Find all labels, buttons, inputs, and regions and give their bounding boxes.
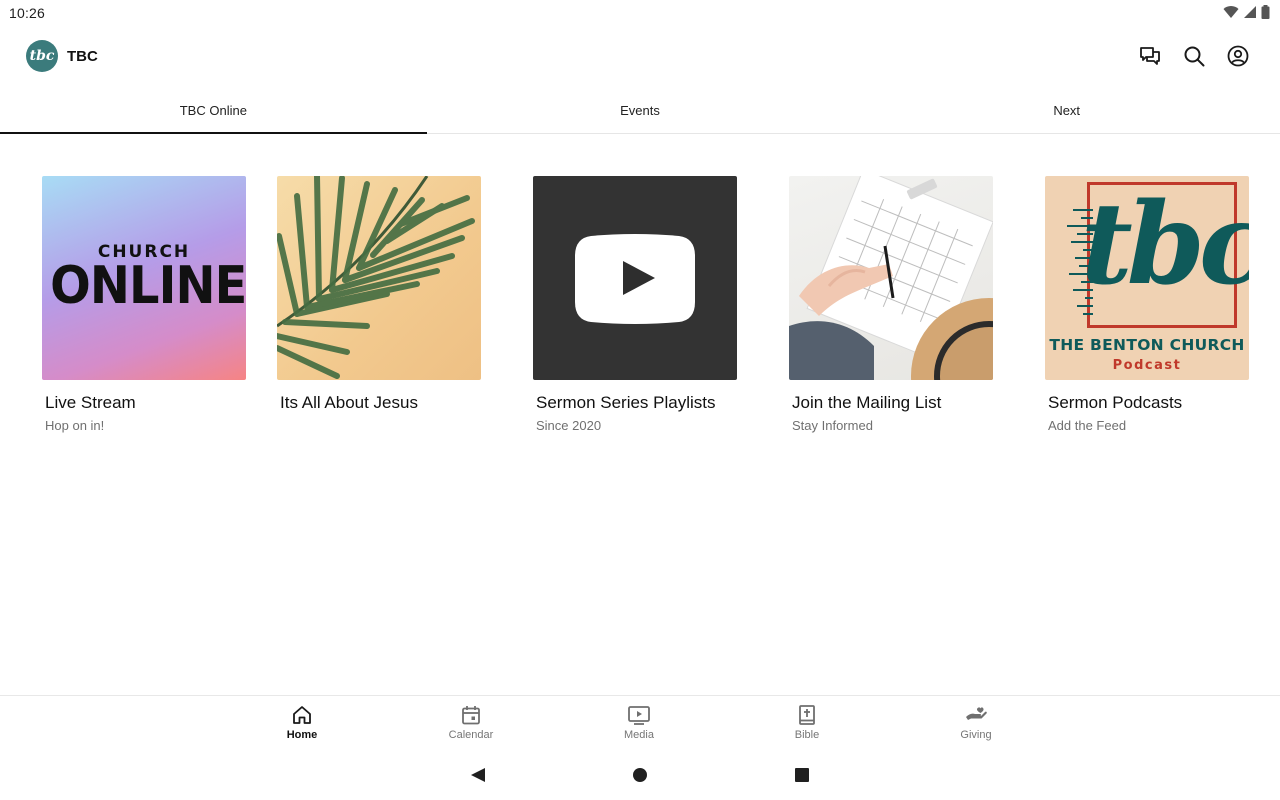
signal-icon	[1244, 6, 1256, 18]
podcast-church-name: THE BENTON CHURCH	[1049, 336, 1245, 354]
card-subtitle: Stay Informed	[792, 418, 873, 433]
nav-giving[interactable]: Giving	[931, 704, 1021, 741]
wifi-icon	[1223, 6, 1239, 19]
card-sermon-series-playlists[interactable]: Sermon Series Playlists Since 2020	[533, 176, 739, 433]
card-join-the-mailing-list[interactable]: Join the Mailing List Stay Informed	[789, 176, 995, 433]
card-its-all-about-jesus[interactable]: Its All About Jesus	[277, 176, 483, 418]
back-icon[interactable]	[470, 767, 486, 783]
card-title: Live Stream	[45, 393, 136, 412]
card-subtitle: Hop on in!	[45, 418, 105, 433]
planner-thumbnail	[789, 176, 993, 380]
media-icon	[628, 706, 650, 725]
card-title: Its All About Jesus	[280, 393, 418, 412]
search-icon	[1184, 46, 1205, 67]
chat-button[interactable]	[1137, 43, 1163, 69]
live-stream-thumbnail: CHURCH ONLINE	[42, 176, 246, 380]
app-logo-text: tbc	[29, 48, 55, 64]
account-icon	[1227, 45, 1249, 67]
system-nav-bar	[0, 752, 1280, 800]
recents-icon[interactable]	[794, 767, 810, 783]
app-title: TBC	[67, 48, 98, 65]
search-button[interactable]	[1181, 43, 1207, 69]
status-time: 10:26	[9, 5, 46, 21]
app-logo[interactable]: tbc	[26, 40, 58, 72]
card-sermon-podcasts[interactable]: tbc THE BENTON CHURCH Podcast Sermon Pod…	[1045, 176, 1251, 433]
church-online-line2: ONLINE	[50, 256, 246, 316]
tab-tbc-online[interactable]: TBC Online	[0, 90, 427, 134]
card-title: Sermon Series Playlists	[536, 393, 716, 412]
home-button-icon[interactable]	[632, 767, 648, 783]
home-icon	[293, 706, 311, 724]
podcast-tag: Podcast	[1112, 358, 1182, 373]
nav-giving-label: Giving	[960, 729, 992, 741]
nav-calendar-label: Calendar	[448, 729, 494, 741]
nav-home[interactable]: Home	[257, 704, 347, 741]
youtube-thumbnail	[533, 176, 737, 380]
app-bar: tbc TBC	[0, 26, 1280, 86]
nav-media[interactable]: Media	[594, 704, 684, 741]
card-subtitle: Since 2020	[536, 418, 602, 433]
card-title: Join the Mailing List	[792, 393, 942, 412]
card-title: Sermon Podcasts	[1048, 393, 1183, 412]
tab-events[interactable]: Events	[427, 90, 854, 133]
nav-media-label: Media	[624, 729, 654, 741]
podcast-thumbnail: tbc THE BENTON CHURCH Podcast	[1045, 176, 1249, 380]
calendar-icon	[462, 706, 480, 725]
palm-leaf-image	[277, 176, 475, 379]
nav-home-label: Home	[286, 729, 318, 741]
status-icons	[1223, 5, 1270, 19]
nav-bible-label: Bible	[794, 729, 820, 741]
planner-image	[789, 176, 993, 380]
bible-icon	[799, 705, 815, 725]
battery-icon	[1261, 5, 1270, 19]
tab-bar: TBC Online Events Next	[0, 90, 1280, 134]
podcast-logo-text: tbc	[1081, 179, 1249, 310]
bottom-nav: Home Calendar Media Bible Giving	[0, 695, 1280, 751]
account-button[interactable]	[1225, 43, 1251, 69]
giving-icon	[966, 707, 987, 720]
palm-leaf-thumbnail	[277, 176, 481, 380]
content-cards: CHURCH ONLINE Live Stream Hop on in! Its…	[0, 176, 1280, 446]
status-bar: 10:26	[0, 0, 1280, 26]
card-subtitle: Add the Feed	[1048, 418, 1127, 433]
tab-next[interactable]: Next	[853, 90, 1280, 133]
nav-calendar[interactable]: Calendar	[426, 704, 516, 741]
nav-bible[interactable]: Bible	[762, 704, 852, 741]
card-live-stream[interactable]: CHURCH ONLINE Live Stream Hop on in!	[42, 176, 248, 433]
chat-icon	[1140, 47, 1160, 65]
youtube-play-icon	[575, 234, 695, 324]
